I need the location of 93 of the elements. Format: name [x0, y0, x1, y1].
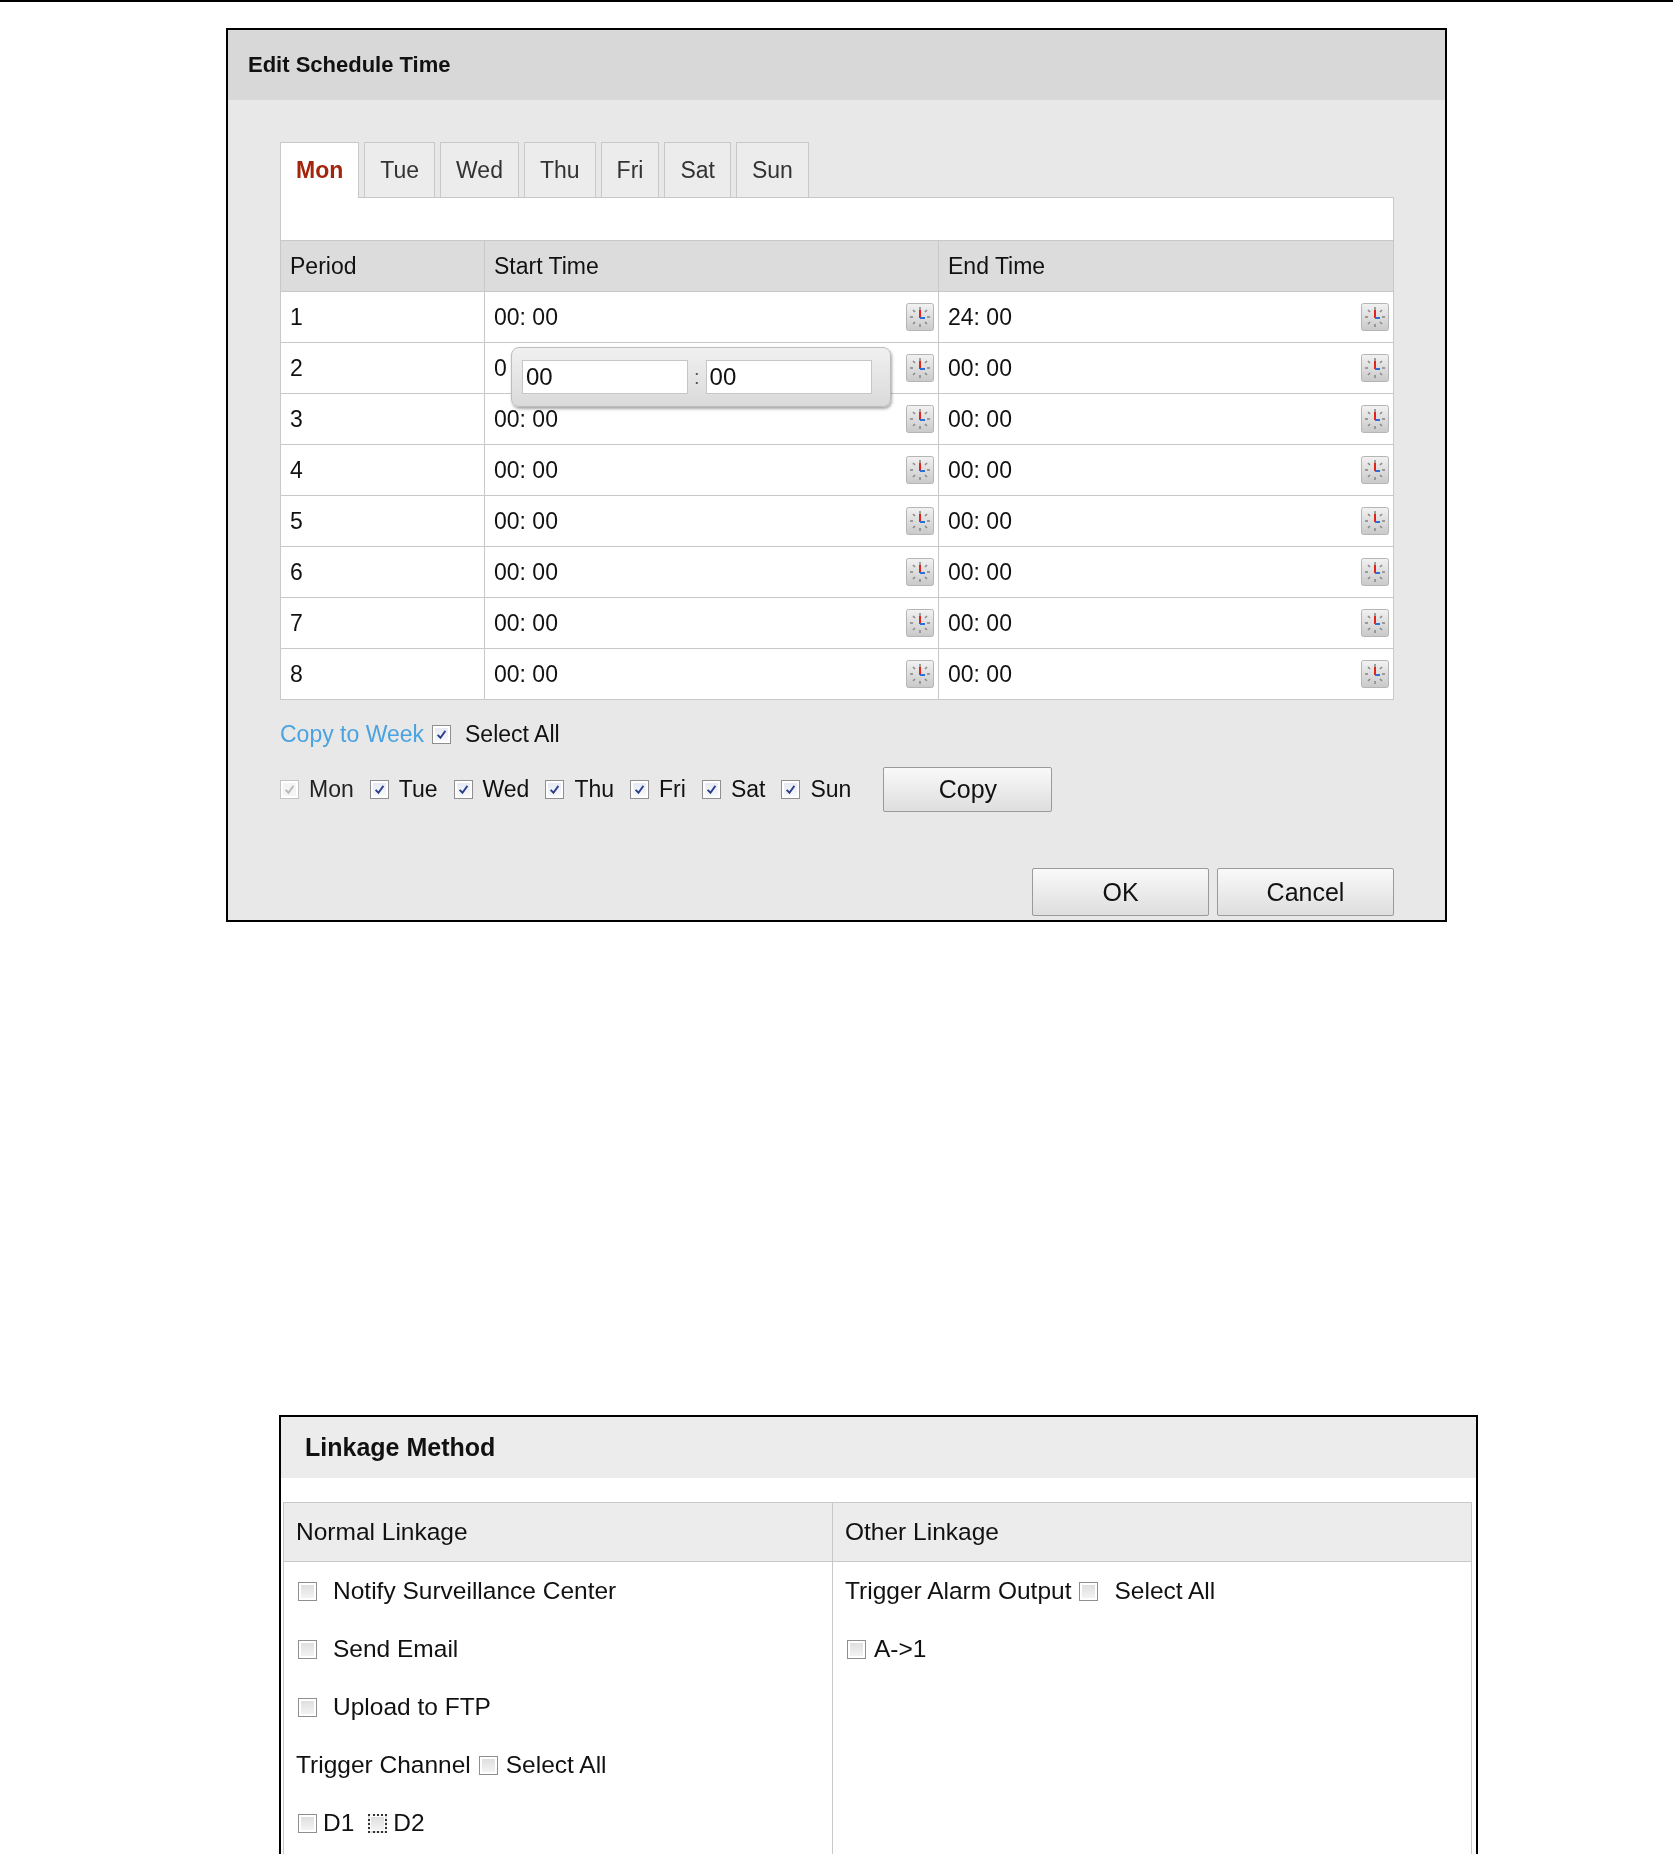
table-cell: 7: [280, 597, 485, 649]
checkbox[interactable]: [298, 1639, 317, 1659]
table-cell: 4: [280, 444, 485, 496]
time-value: 00: 00: [494, 303, 558, 331]
checkbox-label: Upload to FTP: [333, 1693, 491, 1721]
time-value: 00: 00: [948, 405, 1012, 433]
checkbox-label: A->1: [874, 1635, 927, 1663]
checkbox-label: Wed: [482, 775, 530, 803]
checkbox-label: D1: [323, 1809, 355, 1837]
clock-icon[interactable]: [906, 354, 934, 382]
checkbox-label: Tue: [398, 775, 438, 803]
clock-icon[interactable]: [906, 303, 934, 331]
checkbox-label: Thu: [574, 775, 615, 803]
checkbox[interactable]: [453, 779, 473, 799]
clock-icon[interactable]: [1361, 558, 1389, 586]
column-header: End Time: [938, 240, 1394, 292]
checkbox-label: Send Email: [333, 1635, 459, 1663]
day-tab[interactable]: Fri: [600, 142, 660, 197]
checkbox[interactable]: [701, 779, 721, 799]
checkbox[interactable]: [630, 779, 650, 799]
checkbox-label: Fri: [659, 775, 686, 803]
checkbox-label: D2: [393, 1809, 425, 1837]
time-separator: :: [694, 365, 700, 389]
clock-icon[interactable]: [1361, 660, 1389, 688]
clock-icon[interactable]: [906, 456, 934, 484]
column-header: Normal Linkage: [284, 1503, 832, 1562]
day-tab[interactable]: Mon: [280, 142, 360, 198]
column-header: Start Time: [484, 240, 939, 292]
checkbox[interactable]: [478, 1755, 498, 1775]
clock-icon[interactable]: [906, 405, 934, 433]
table-cell: 8: [280, 648, 485, 700]
day-tab[interactable]: Sat: [664, 142, 731, 197]
dialog-button[interactable]: Cancel: [1217, 868, 1394, 916]
time-value: 00: 00: [948, 609, 1012, 637]
time-value: 00: 00: [948, 456, 1012, 484]
time-value: 00: 00: [494, 609, 558, 637]
clock-icon[interactable]: [1361, 303, 1389, 331]
field-label: Trigger Alarm Output: [845, 1577, 1072, 1605]
time-value: 00: 00: [494, 507, 558, 535]
hour-field[interactable]: 00: [522, 360, 688, 394]
checkbox[interactable]: [369, 779, 389, 799]
time-value: 00: 00: [494, 558, 558, 586]
table-cell: 1: [280, 291, 485, 343]
checkbox-label: Select All: [1114, 1577, 1216, 1605]
clock-icon[interactable]: [1361, 354, 1389, 382]
checkbox[interactable]: [368, 1813, 388, 1833]
field-label: Trigger Channel: [296, 1751, 471, 1779]
checkbox-label: Sun: [810, 775, 852, 803]
clock-icon[interactable]: [906, 507, 934, 535]
checkbox[interactable]: [847, 1639, 866, 1659]
day-tab[interactable]: Sun: [735, 142, 809, 197]
checkbox[interactable]: [298, 1697, 317, 1717]
checkbox[interactable]: [432, 724, 452, 744]
clock-icon[interactable]: [906, 609, 934, 637]
panel-title: Linkage Method: [281, 1417, 1476, 1478]
time-value: 00: 00: [948, 507, 1012, 535]
checkbox[interactable]: [1079, 1581, 1099, 1601]
clock-icon[interactable]: [1361, 609, 1389, 637]
checkbox[interactable]: [781, 779, 801, 799]
clock-icon[interactable]: [906, 558, 934, 586]
table-cell: 3: [280, 393, 485, 445]
checkbox-label: Notify Surveillance Center: [333, 1577, 617, 1605]
clock-icon[interactable]: [906, 660, 934, 688]
dialog-title: Edit Schedule Time: [228, 30, 1445, 100]
time-value: 0: [494, 354, 507, 382]
checkbox[interactable]: [298, 1813, 317, 1833]
time-value: 00: 00: [948, 660, 1012, 688]
clock-icon[interactable]: [1361, 456, 1389, 484]
column-header: Period: [280, 240, 485, 292]
day-tab[interactable]: Wed: [440, 142, 519, 197]
checkbox[interactable]: [545, 779, 565, 799]
time-value: 00: 00: [948, 354, 1012, 382]
checkbox-label: Select All: [465, 720, 560, 748]
minute-field[interactable]: 00: [705, 360, 872, 394]
day-tab[interactable]: Thu: [523, 142, 596, 197]
column-header: Other Linkage: [833, 1503, 1471, 1562]
dialog-button[interactable]: OK: [1032, 868, 1209, 916]
day-tab[interactable]: Tue: [364, 142, 436, 197]
table-cell: 6: [280, 546, 485, 598]
checkbox-label: Select All: [505, 1751, 607, 1779]
checkbox-label: Mon: [309, 775, 354, 803]
time-value: 00: 00: [494, 660, 558, 688]
time-value: 00: 00: [494, 456, 558, 484]
clock-icon[interactable]: [1361, 507, 1389, 535]
time-value: 24: 00: [948, 303, 1012, 331]
table-cell: 2: [280, 342, 485, 394]
time-value: 00: 00: [948, 558, 1012, 586]
table-cell: 5: [280, 495, 485, 547]
time-value: 00: 00: [494, 405, 558, 433]
checkbox[interactable]: [298, 1581, 317, 1601]
clock-icon[interactable]: [1361, 405, 1389, 433]
checkbox-label: Sat: [730, 775, 766, 803]
copy-button[interactable]: Copy: [883, 766, 1053, 812]
